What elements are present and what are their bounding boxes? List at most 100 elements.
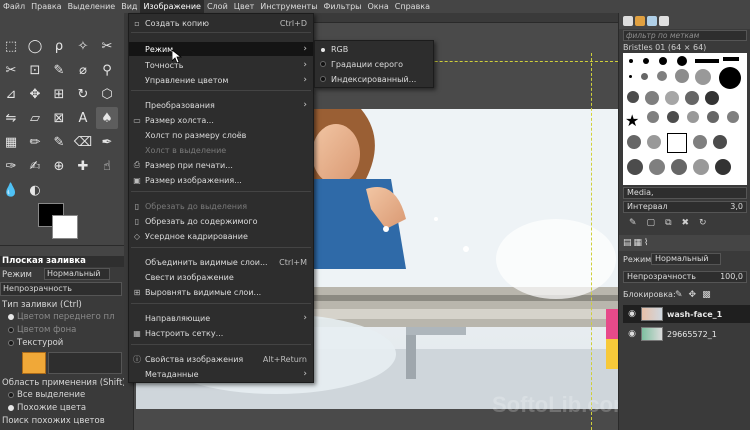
brush-star-icon[interactable]: ★ (625, 111, 639, 130)
layer-row[interactable]: ◉ 29665572_1 (623, 325, 750, 343)
measure-icon[interactable]: ⊿ (0, 83, 22, 105)
brush-swatch[interactable] (713, 135, 727, 149)
ink-icon[interactable]: ✑ (0, 155, 22, 177)
menu-item-print-size[interactable]: ⎙ Размер при печати... (129, 158, 313, 172)
brush-swatch[interactable] (647, 111, 659, 123)
rotate-icon[interactable]: ↻ (72, 83, 94, 105)
clone-icon[interactable]: ⊕ (48, 155, 70, 177)
menu-item-guides[interactable]: Направляющие › (129, 311, 313, 325)
menu-item-fit-canvas-selection[interactable]: Холст в выделение (129, 143, 313, 157)
fill-pattern-radio[interactable]: Текстурой (8, 338, 63, 348)
background-color-swatch[interactable] (52, 215, 78, 239)
menu-layer[interactable]: Слой (204, 0, 231, 13)
submenu-item-rgb[interactable]: RGB (315, 42, 433, 56)
paths-icon[interactable]: ✎ (48, 59, 70, 81)
brush-swatch[interactable] (667, 111, 679, 123)
submenu-item-indexed[interactable]: Индексированный... (315, 72, 433, 86)
foreground-select-icon[interactable]: ⊡ (24, 59, 46, 81)
dodge-icon[interactable]: 💧 (0, 179, 22, 201)
rect-select-icon[interactable]: ⬚ (0, 35, 22, 57)
brush-swatch[interactable] (727, 111, 739, 123)
lock-position-icon[interactable]: ✥ (689, 290, 697, 300)
menu-select[interactable]: Выделение (65, 0, 119, 13)
menu-item-crop-content[interactable]: ▯ Обрезать до содержимого (129, 214, 313, 228)
brush-swatch[interactable] (645, 91, 659, 105)
brush-swatch[interactable] (693, 135, 707, 149)
brush-swatch[interactable] (695, 69, 711, 85)
ellipse-select-icon[interactable]: ◯ (24, 35, 46, 57)
brush-swatch[interactable] (677, 56, 687, 66)
brushes-tab-icon[interactable] (623, 16, 633, 26)
brush-swatch[interactable] (627, 91, 639, 103)
scissors-icon[interactable]: ✂ (96, 35, 118, 57)
menu-item-merge-visible[interactable]: Объединить видимые слои... Ctrl+M (129, 255, 313, 269)
guide-vertical[interactable] (591, 53, 592, 430)
pattern-preview[interactable] (22, 352, 46, 374)
brush-swatch[interactable] (627, 159, 643, 175)
brush-swatch[interactable] (659, 57, 667, 65)
patterns-tab-icon[interactable] (635, 16, 645, 26)
blur-icon[interactable]: ◐ (24, 179, 46, 201)
menu-item-mode[interactable]: Режим › (129, 42, 313, 56)
dock-tabs[interactable] (0, 246, 124, 256)
menu-edit[interactable]: Правка (28, 0, 64, 13)
brush-swatch[interactable] (657, 71, 667, 81)
fill-fg-radio[interactable]: Цветом переднего пл (8, 312, 115, 322)
menu-item-image-properties[interactable]: ⓘ Свойства изображения Alt+Return (129, 352, 313, 366)
mypaint-icon[interactable]: ✍ (24, 155, 46, 177)
move-icon[interactable]: ✥ (24, 83, 46, 105)
fonts-tab-icon[interactable] (647, 16, 657, 26)
brush-swatch[interactable] (665, 91, 679, 105)
brush-swatch[interactable] (719, 67, 741, 89)
airbrush-icon[interactable]: ✒ (96, 131, 118, 153)
menu-item-metadata[interactable]: Метаданные › (129, 367, 313, 381)
lock-pixels-icon[interactable]: ✎ (675, 290, 683, 300)
eye-icon[interactable]: ◉ (623, 309, 641, 319)
brush-swatch[interactable] (705, 91, 719, 105)
heal-icon[interactable]: ✚ (72, 155, 94, 177)
layer-row[interactable]: ◉ wash-face_1 (623, 305, 750, 323)
brush-tag-field[interactable]: Media, (623, 187, 747, 199)
menu-help[interactable]: Справка (392, 0, 433, 13)
eye-icon[interactable]: ◉ (623, 329, 641, 339)
opacity-slider[interactable]: Непрозрачность (0, 282, 122, 296)
delete-brush-icon[interactable]: ✖ (682, 218, 690, 228)
fg-bg-colors[interactable] (38, 203, 84, 241)
zoom-icon[interactable]: ⚲ (96, 59, 118, 81)
menu-tools[interactable]: Инструменты (257, 0, 320, 13)
perspective-icon[interactable]: ▱ (24, 107, 46, 129)
fuzzy-select-icon[interactable]: ✧ (72, 35, 94, 57)
brush-swatch[interactable] (693, 159, 709, 175)
color-picker-icon[interactable]: ⌀ (72, 59, 94, 81)
menu-windows[interactable]: Окна (365, 0, 392, 13)
new-brush-icon[interactable]: ▢ (647, 218, 656, 228)
brush-swatch[interactable] (695, 59, 719, 63)
brush-swatch[interactable] (685, 91, 699, 105)
menu-item-color-management[interactable]: Управление цветом › (129, 73, 313, 87)
menu-item-fit-canvas-layers[interactable]: Холст по размеру слоёв (129, 128, 313, 142)
brush-swatch[interactable] (643, 58, 649, 64)
layers-tab-icon[interactable]: ▤ (623, 238, 632, 248)
brush-swatch[interactable] (671, 159, 687, 175)
brush-swatch[interactable] (687, 111, 699, 123)
lock-alpha-icon[interactable]: ▩ (702, 290, 711, 300)
pattern-name-field[interactable] (48, 352, 122, 374)
paintbrush-icon[interactable]: ✎ (48, 131, 70, 153)
brush-swatch[interactable] (707, 111, 719, 123)
fill-bg-radio[interactable]: Цветом фона (8, 325, 76, 335)
menu-item-flatten[interactable]: Свести изображение (129, 270, 313, 284)
crop-icon[interactable]: ✂ (0, 59, 22, 81)
menu-item-crop-selection[interactable]: ▯ Обрезать до выделения (129, 199, 313, 213)
mode-select[interactable]: Нормальный (44, 268, 110, 280)
brush-swatch[interactable] (723, 57, 739, 61)
area-selection-radio[interactable]: Все выделение (8, 390, 85, 400)
blend-icon[interactable]: ▦ (0, 131, 22, 153)
bucket-fill-icon[interactable]: ♠ (96, 107, 118, 129)
brush-selected-swatch[interactable] (667, 133, 687, 153)
menu-item-transform[interactable]: Преобразования › (129, 98, 313, 112)
layer-mode-select[interactable]: Нормальный (651, 253, 721, 265)
free-select-icon[interactable]: ρ (48, 35, 70, 57)
brush-grid[interactable]: ★ (623, 53, 747, 185)
menu-image[interactable]: Изображение (140, 0, 204, 13)
duplicate-brush-icon[interactable]: ⧉ (665, 218, 671, 228)
